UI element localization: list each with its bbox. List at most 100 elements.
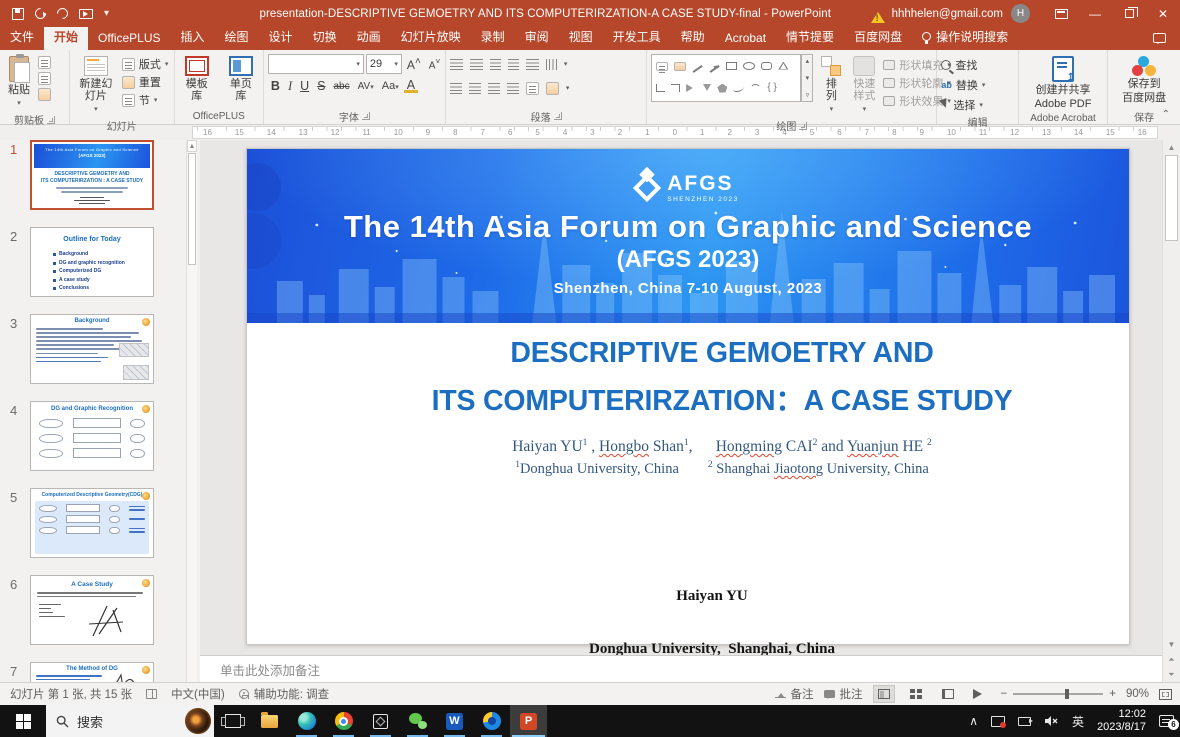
tab-insert[interactable]: 插入 [171,24,215,50]
notes-pane[interactable]: 单击此处添加备注 [200,655,1162,682]
authors-textbox[interactable]: Haiyan YU1 , Hongbo Shan1, Hongming CAI2… [315,438,1129,456]
scroll-up-icon[interactable]: ▲ [187,140,197,152]
line-spacing-icon[interactable] [526,59,539,70]
l-shape-icon[interactable] [656,84,665,92]
zoom-in-button[interactable]: + [1109,688,1116,700]
template-library-button[interactable]: 模板库 [179,54,215,104]
clipboard-dialog-launcher[interactable] [47,116,55,124]
qat-more-icon[interactable]: ▾ [104,8,109,19]
affiliations-textbox[interactable]: 1Donghua University, China 2 Shanghai Ji… [315,460,1129,478]
next-slide-button[interactable]: ⏷ [1163,667,1180,682]
undo-icon[interactable] [33,6,49,22]
drawing-dialog-launcher[interactable] [799,122,807,130]
slide-thumbnail-4[interactable]: DG and Graphic Recognition [30,401,154,471]
bold-button[interactable]: B [268,79,283,93]
select-button[interactable]: 选择▾ [941,96,983,114]
accessibility-status[interactable]: 辅助功能: 调查 [239,686,329,702]
previous-slide-button[interactable]: ⏶ [1163,652,1180,667]
scroll-down-icon[interactable]: ▼ [1163,637,1180,652]
replace-button[interactable]: ab替换▾ [941,76,985,94]
slide-thumbnail-3[interactable]: Background [30,314,154,384]
restore-button[interactable] [1112,0,1146,27]
tab-file[interactable]: 文件 [0,24,44,50]
align-text-icon[interactable]: ▾ [564,60,568,68]
language-status[interactable]: 中文(中国) [171,686,225,702]
wechat-button[interactable] [399,705,436,737]
comments-toggle[interactable]: 批注 [824,686,863,702]
scribble-shape-icon[interactable] [733,84,744,92]
tab-record[interactable]: 录制 [471,24,515,50]
account-email[interactable]: hhhhelen@gmail.com [892,8,1003,20]
shapes-gallery[interactable]: { } ▴▾▿ [651,54,813,102]
tab-home[interactable]: 开始 [44,24,88,50]
ribbon-display-options-button[interactable] [1044,0,1078,27]
tab-baidu-netdisk[interactable]: 百度网盘 [844,24,912,50]
thumbnail-panel-scrollbar[interactable]: ▲ [186,140,197,682]
rectangle-shape-icon[interactable] [726,62,737,70]
smartart-convert-icon[interactable] [546,82,559,95]
pentagon-shape-icon[interactable] [717,84,727,93]
chrome-button[interactable] [325,705,362,737]
zoom-level[interactable]: 90% [1126,688,1149,700]
slide-sorter-view-button[interactable] [905,685,927,703]
start-button[interactable] [0,705,46,737]
paragraph-dialog-launcher[interactable] [554,112,562,120]
arc-shape-icon[interactable] [750,84,761,94]
numbering-icon[interactable] [470,59,483,70]
oval-shape-icon[interactable] [743,62,755,70]
clear-format-icon[interactable]: abc [331,81,353,92]
hidden-icons-chevron[interactable]: ∧ [969,714,978,728]
start-slideshow-icon[interactable] [79,9,93,19]
comments-icon[interactable] [1153,33,1166,43]
font-color-button[interactable]: A [404,80,418,93]
textbox-icon[interactable] [656,62,668,71]
create-pdf-button[interactable]: 创建并共享Adobe PDF [1031,54,1096,112]
save-icon[interactable] [12,8,24,20]
3d-viewer-button[interactable] [362,705,399,737]
reading-view-button[interactable] [937,685,959,703]
shrink-font-button[interactable]: A˅ [426,56,444,71]
tab-help[interactable]: 帮助 [671,24,715,50]
format-painter-icon[interactable] [38,88,51,101]
align-left-icon[interactable] [450,83,462,94]
vertical-scrollbar[interactable]: ▲ ▼ ⏶ ⏷ [1162,140,1180,682]
search-highlight-image[interactable] [185,708,211,734]
tab-developer[interactable]: 开发工具 [603,24,671,50]
tab-draw[interactable]: 绘图 [215,24,259,50]
arrange-button[interactable]: 排列▾ [817,54,845,118]
arrow-shape-icon[interactable] [710,64,720,72]
fit-slide-button[interactable] [1159,689,1172,700]
slide-thumbnail-2[interactable]: Outline for Today Background DG and grap… [30,227,154,297]
tab-design[interactable]: 设计 [259,24,303,50]
task-view-button[interactable] [214,705,251,737]
word-button[interactable]: W [436,705,473,737]
font-name-select[interactable]: ▾ [268,54,364,74]
taskbar-search-input[interactable]: 搜索 [46,705,214,737]
align-center-icon[interactable] [469,83,481,94]
scrollbar-thumb[interactable] [188,153,196,265]
save-to-baidu-button[interactable]: 保存到百度网盘 [1118,54,1170,106]
tab-officeplus[interactable]: OfficePLUS [88,27,170,50]
tab-storyboard[interactable]: 情节提要 [776,24,844,50]
netdisk-button[interactable] [473,705,510,737]
copy-icon[interactable] [38,72,51,85]
rounded-rectangle-shape-icon[interactable] [761,62,772,70]
columns-icon[interactable] [526,82,539,95]
notes-toggle[interactable]: 备注 [775,686,814,702]
find-button[interactable]: 查找 [941,56,977,74]
tab-acrobat[interactable]: Acrobat [715,27,776,50]
italic-button[interactable]: I [285,79,295,94]
arrow-right-shape-icon[interactable] [686,84,697,92]
decrease-indent-icon[interactable] [490,59,501,70]
file-explorer-button[interactable] [251,705,288,737]
scrollbar-thumb[interactable] [1165,155,1178,241]
spellcheck-icon[interactable] [146,689,157,699]
font-size-select[interactable]: 29▾ [366,54,402,74]
align-right-icon[interactable] [488,83,500,94]
single-page-library-button[interactable]: 单页库 [223,54,259,104]
text-direction-icon[interactable] [546,59,557,70]
new-slide-button[interactable]: 新建幻灯片▾ [74,54,118,118]
tab-review[interactable]: 审阅 [515,24,559,50]
account-avatar[interactable]: H [1011,4,1030,23]
warning-icon[interactable] [871,5,885,23]
